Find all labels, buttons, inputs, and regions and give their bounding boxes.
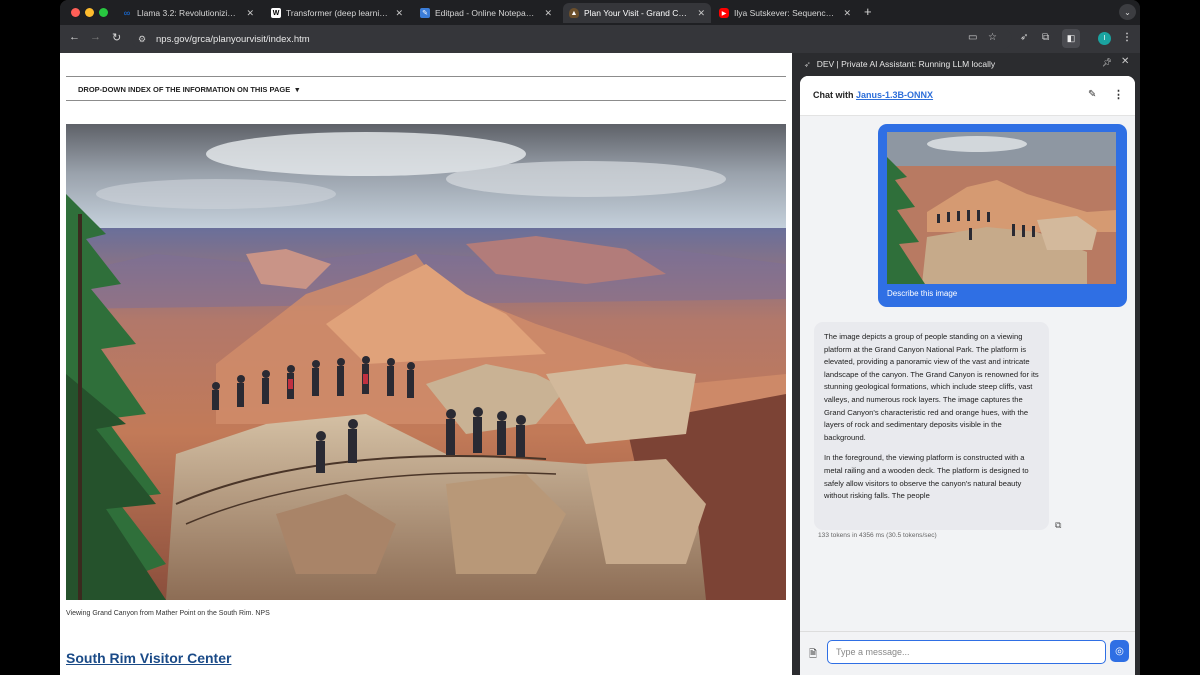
browser-window: ∞ Llama 3.2: Revolutionizing edge ✕ W Tr… bbox=[60, 0, 1140, 675]
tab-title: Ilya Sutskever: Sequence to Seq bbox=[734, 8, 837, 18]
bookmark-star-icon[interactable]: ☆ bbox=[988, 32, 997, 43]
tab-transformer[interactable]: W Transformer (deep learning arch ✕ bbox=[265, 3, 409, 23]
youtube-icon: ▶ bbox=[719, 8, 729, 18]
user-message: Describe this image bbox=[878, 124, 1127, 307]
back-icon[interactable]: ← bbox=[69, 31, 80, 43]
address-bar[interactable]: ⚙ nps.gov/grca/planyourvisit/index.htm bbox=[132, 29, 1012, 49]
grand-canyon-image bbox=[66, 124, 786, 600]
chat-prefix: Chat with bbox=[813, 90, 854, 100]
side-panel-title: DEV | Private AI Assistant: Running LLM … bbox=[816, 59, 996, 69]
tab-title: Plan Your Visit - Grand Canyon bbox=[584, 8, 692, 18]
meta-icon: ∞ bbox=[123, 8, 131, 18]
chat-title: Chat with Janus-1.3B-ONNX bbox=[813, 90, 933, 100]
message-input[interactable] bbox=[827, 640, 1106, 664]
extension-logo-icon: ➶ bbox=[804, 59, 811, 69]
url-text: nps.gov/grca/planyourvisit/index.htm bbox=[156, 33, 310, 45]
extensions-puzzle-icon[interactable]: ⧉ bbox=[1042, 32, 1049, 43]
attached-image bbox=[887, 132, 1116, 284]
tab-search-icon[interactable]: ⌄ bbox=[1119, 4, 1136, 20]
send-button[interactable]: ◎ bbox=[1110, 640, 1129, 662]
forward-icon[interactable]: → bbox=[90, 31, 101, 43]
chat-menu-icon[interactable]: ⋮ bbox=[1113, 88, 1124, 101]
visitor-center-link[interactable]: South Rim Visitor Center bbox=[66, 650, 231, 666]
photo-caption: Viewing Grand Canyon from Mather Point o… bbox=[66, 610, 270, 617]
maximize-window-button[interactable] bbox=[99, 8, 108, 17]
dropdown-index-label: DROP-DOWN INDEX OF THE INFORMATION ON TH… bbox=[78, 85, 291, 94]
close-panel-icon[interactable]: ✕ bbox=[1121, 56, 1129, 67]
tab-editpad[interactable]: ✎ Editpad - Online Notepad & Wo ✕ bbox=[414, 3, 558, 23]
token-stats: 133 tokens in 4356 ms (30.5 tokens/sec) bbox=[818, 532, 937, 539]
assistant-paragraph: The image depicts a group of people stan… bbox=[824, 332, 1039, 442]
profile-avatar[interactable]: I bbox=[1098, 32, 1111, 45]
side-panel: ➶ DEV | Private AI Assistant: Running LL… bbox=[796, 53, 1140, 675]
send-icon: ◎ bbox=[1115, 645, 1124, 657]
close-window-button[interactable] bbox=[71, 8, 80, 17]
tab-ilya[interactable]: ▶ Ilya Sutskever: Sequence to Seq ✕ bbox=[713, 3, 857, 23]
webpage-content: DROP-DOWN INDEX OF THE INFORMATION ON TH… bbox=[60, 53, 792, 675]
cast-icon[interactable]: ▭ bbox=[968, 32, 977, 43]
model-link[interactable]: Janus-1.3B-ONNX bbox=[856, 90, 933, 100]
close-tab-icon[interactable]: ✕ bbox=[697, 8, 705, 19]
reload-icon[interactable]: ↻ bbox=[112, 31, 121, 44]
grand-canyon-photo bbox=[66, 124, 786, 600]
close-tab-icon[interactable]: ✕ bbox=[544, 8, 552, 19]
menu-kebab-icon[interactable]: ⋮ bbox=[1122, 32, 1132, 43]
chat-area: Chat with Janus-1.3B-ONNX ✎ ⋮ Describe t… bbox=[800, 76, 1135, 675]
editpad-icon: ✎ bbox=[420, 8, 430, 18]
chat-header: Chat with Janus-1.3B-ONNX ✎ ⋮ bbox=[800, 76, 1135, 116]
extension-app-icon[interactable]: ➶ bbox=[1020, 32, 1028, 43]
edit-pencil-icon[interactable]: ✎ bbox=[1088, 89, 1096, 100]
site-info-icon[interactable]: ⚙ bbox=[138, 34, 152, 45]
chat-input-row: 🗎︎ ◎ bbox=[800, 631, 1135, 675]
close-tab-icon[interactable]: ✕ bbox=[395, 8, 403, 19]
pin-icon[interactable]: 📌︎ bbox=[1102, 58, 1112, 67]
new-tab-icon[interactable]: + bbox=[864, 4, 872, 19]
tab-title: Transformer (deep learning arch bbox=[286, 8, 389, 18]
user-message-text: Describe this image bbox=[887, 289, 958, 298]
browser-toolbar: ← → ↻ ⚙ nps.gov/grca/planyourvisit/index… bbox=[60, 25, 1140, 53]
copy-icon[interactable]: ⧉ bbox=[1055, 520, 1061, 531]
tab-grand-canyon[interactable]: ▲ Plan Your Visit - Grand Canyon ✕ bbox=[563, 3, 711, 23]
attach-file-icon[interactable]: 🗎︎ bbox=[809, 647, 817, 664]
wikipedia-icon: W bbox=[271, 8, 281, 18]
assistant-message: The image depicts a group of people stan… bbox=[814, 322, 1049, 530]
side-panel-icon[interactable]: ◧ bbox=[1062, 29, 1080, 48]
assistant-paragraph: In the foreground, the viewing platform … bbox=[824, 453, 1029, 501]
tab-title: Llama 3.2: Revolutionizing edge bbox=[137, 8, 240, 18]
tab-title: Editpad - Online Notepad & Wo bbox=[435, 8, 539, 18]
nps-icon: ▲ bbox=[569, 8, 579, 18]
caret-down-icon: ▾ bbox=[295, 85, 300, 94]
close-tab-icon[interactable]: ✕ bbox=[246, 8, 254, 19]
close-tab-icon[interactable]: ✕ bbox=[843, 8, 851, 19]
tab-strip: ∞ Llama 3.2: Revolutionizing edge ✕ W Tr… bbox=[60, 0, 1140, 25]
attached-canyon-thumbnail bbox=[887, 132, 1116, 284]
minimize-window-button[interactable] bbox=[85, 8, 94, 17]
tab-llama[interactable]: ∞ Llama 3.2: Revolutionizing edge ✕ bbox=[116, 3, 260, 23]
dropdown-index[interactable]: DROP-DOWN INDEX OF THE INFORMATION ON TH… bbox=[66, 76, 786, 101]
side-panel-header: ➶ DEV | Private AI Assistant: Running LL… bbox=[796, 53, 1140, 75]
